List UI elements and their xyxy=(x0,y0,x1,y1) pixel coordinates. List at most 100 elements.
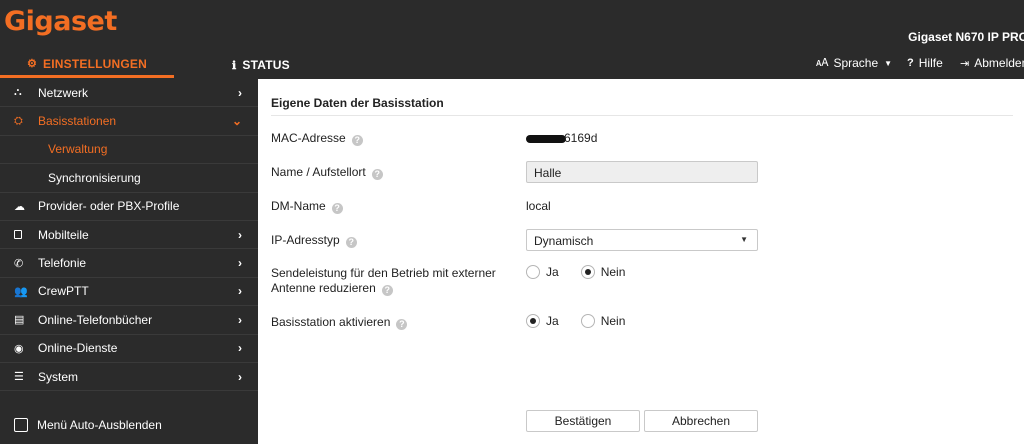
activate-radio-nein[interactable]: Nein xyxy=(580,314,625,328)
chevron-right-icon: › xyxy=(238,227,242,242)
product-name: Gigaset N670 IP PRO xyxy=(908,30,1024,44)
main-content: Eigene Daten der Basisstation MAC-Adress… xyxy=(258,79,1024,444)
help-label: Hilfe xyxy=(918,56,943,70)
chevron-right-icon: › xyxy=(238,341,242,356)
activate-radio-group: Ja Nein xyxy=(526,314,647,328)
tab-status-label: STATUS xyxy=(242,58,290,72)
ip-label-row: IP-Adresstyp? xyxy=(271,233,357,248)
chevron-right-icon: › xyxy=(238,312,242,327)
mac-value: 6169d xyxy=(564,131,598,145)
autohide-toggle[interactable]: Menü Auto-Ausblenden xyxy=(14,418,162,432)
tx-label-row: Sendeleistung für den Betrieb mit extern… xyxy=(271,266,496,296)
sidebar-item-label: Online-Telefonbücher xyxy=(38,312,153,327)
cancel-button[interactable]: Abbrechen xyxy=(644,410,758,432)
ip-type-select[interactable]: Dynamisch ▼ xyxy=(526,229,758,251)
mac-label-row: MAC-Adresse? xyxy=(271,131,363,146)
basestations-icon: ⛭ xyxy=(14,114,23,127)
name-label: Name / Aufstellort xyxy=(271,165,366,179)
sidebar-item-provider[interactable]: ☁ Provider- oder PBX-Profile xyxy=(0,193,258,221)
tab-settings-label: EINSTELLUNGEN xyxy=(43,56,147,71)
help-icon[interactable]: ? xyxy=(396,319,408,330)
sidebar-item-label: Online-Dienste xyxy=(38,341,118,356)
sidebar-item-online-telefonbuecher[interactable]: ▤ Online-Telefonbücher › xyxy=(0,306,258,335)
sidebar-item-label: Verwaltung xyxy=(48,142,108,157)
help-icon[interactable]: ? xyxy=(331,203,343,214)
language-label: Sprache xyxy=(833,56,879,70)
language-dropdown[interactable]: 🗚 Sprache ▼ xyxy=(816,52,892,74)
sidebar-item-telefonie[interactable]: ✆ Telefonie › xyxy=(0,249,258,278)
sidebar-item-netzwerk[interactable]: ⛬ Netzwerk › xyxy=(0,79,258,108)
tab-status[interactable]: ℹ STATUS xyxy=(232,52,290,78)
globe-icon: ◉ xyxy=(14,342,24,355)
tx-radio-group: Ja Nein xyxy=(526,265,647,279)
sidebar-item-online-dienste[interactable]: ◉ Online-Dienste › xyxy=(0,335,258,363)
section-divider xyxy=(271,115,1013,116)
chevron-right-icon: › xyxy=(238,284,242,299)
info-icon: ℹ xyxy=(232,59,237,72)
dm-label-row: DM-Name? xyxy=(271,199,343,214)
logout-icon: ⇥ xyxy=(960,57,970,70)
caret-down-icon: ▼ xyxy=(884,58,893,68)
book-icon: ▤ xyxy=(14,314,25,327)
tx-label-line2: Antenne reduzieren xyxy=(271,281,376,295)
activate-radio-ja[interactable]: Ja xyxy=(526,314,559,328)
help-icon[interactable]: ? xyxy=(345,237,357,248)
sidebar-item-system[interactable]: ☰ System › xyxy=(0,363,258,392)
sidebar-item-label: Telefonie xyxy=(38,256,87,271)
name-field[interactable]: Halle xyxy=(526,161,758,183)
radio-button[interactable] xyxy=(526,265,540,279)
tab-settings[interactable]: ⚙ EINSTELLUNGEN xyxy=(0,52,174,78)
question-icon: ? xyxy=(907,57,914,69)
language-icon: 🗚 xyxy=(816,56,829,69)
sidebar-item-mobilteile[interactable]: Mobilteile › xyxy=(0,221,258,250)
tx-radio-nein[interactable]: Nein xyxy=(580,265,626,279)
sidebar: ⛬ Netzwerk › ⛭ Basisstationen ⌄ Verwaltu… xyxy=(0,79,258,444)
handset-icon xyxy=(14,230,38,240)
help-icon[interactable]: ? xyxy=(371,169,383,180)
autohide-checkbox[interactable] xyxy=(14,418,28,432)
sidebar-item-verwaltung[interactable]: Verwaltung xyxy=(0,136,258,165)
activate-label-row: Basisstation aktivieren? xyxy=(271,315,408,330)
help-icon[interactable]: ? xyxy=(381,285,393,296)
tx-radio-ja[interactable]: Ja xyxy=(526,265,559,279)
gigaset-logo: Gigaset xyxy=(4,6,117,37)
radio-button[interactable] xyxy=(580,314,595,328)
sidebar-item-basisstationen[interactable]: ⛭ Basisstationen ⌄ xyxy=(0,107,258,136)
dm-value: local xyxy=(526,199,551,213)
sidebar-item-synchronisierung[interactable]: Synchronisierung xyxy=(0,164,258,193)
section-title: Eigene Daten der Basisstation xyxy=(271,96,444,110)
sidebar-item-label: CrewPTT xyxy=(38,284,89,299)
chevron-right-icon: › xyxy=(238,85,242,100)
caret-down-icon: ▼ xyxy=(740,235,748,244)
chevron-right-icon: › xyxy=(238,256,242,271)
cogs-icon: ⚙ xyxy=(26,58,38,70)
chevron-right-icon: › xyxy=(238,369,242,384)
network-icon: ⛬ xyxy=(14,86,22,99)
ip-type-value: Dynamisch xyxy=(534,234,594,248)
sidebar-item-label: Basisstationen xyxy=(38,114,117,129)
phone-icon: ✆ xyxy=(14,257,24,270)
chevron-down-icon: ⌄ xyxy=(231,114,242,129)
radio-label: Ja xyxy=(546,314,559,328)
sliders-icon: ☰ xyxy=(14,371,24,384)
top-bar: Gigaset Gigaset N670 IP PRO ⚙ EINSTELLUN… xyxy=(0,0,1024,79)
tx-label-line1: Sendeleistung für den Betrieb mit extern… xyxy=(271,266,496,280)
confirm-button[interactable]: Bestätigen xyxy=(526,410,640,432)
group-icon: 👥 xyxy=(14,285,28,298)
mac-label: MAC-Adresse xyxy=(271,131,346,145)
radio-label: Nein xyxy=(600,265,626,279)
radio-button[interactable] xyxy=(580,265,595,279)
sidebar-item-label: Provider- oder PBX-Profile xyxy=(38,199,180,214)
logout-link[interactable]: ⇥ Abmelden xyxy=(960,52,1024,74)
sidebar-item-label: Netzwerk xyxy=(38,85,89,100)
help-link[interactable]: ? Hilfe xyxy=(907,52,943,74)
help-icon[interactable]: ? xyxy=(351,135,363,146)
radio-label: Ja xyxy=(546,265,559,279)
name-label-row: Name / Aufstellort? xyxy=(271,165,383,180)
sidebar-item-crewptt[interactable]: 👥 CrewPTT › xyxy=(0,278,258,307)
logout-label: Abmelden xyxy=(974,56,1024,70)
cloud-icon: ☁ xyxy=(14,200,25,213)
sidebar-item-label: Synchronisierung xyxy=(48,170,141,185)
mac-value-row: 6169d xyxy=(526,131,597,145)
radio-button[interactable] xyxy=(526,314,540,328)
